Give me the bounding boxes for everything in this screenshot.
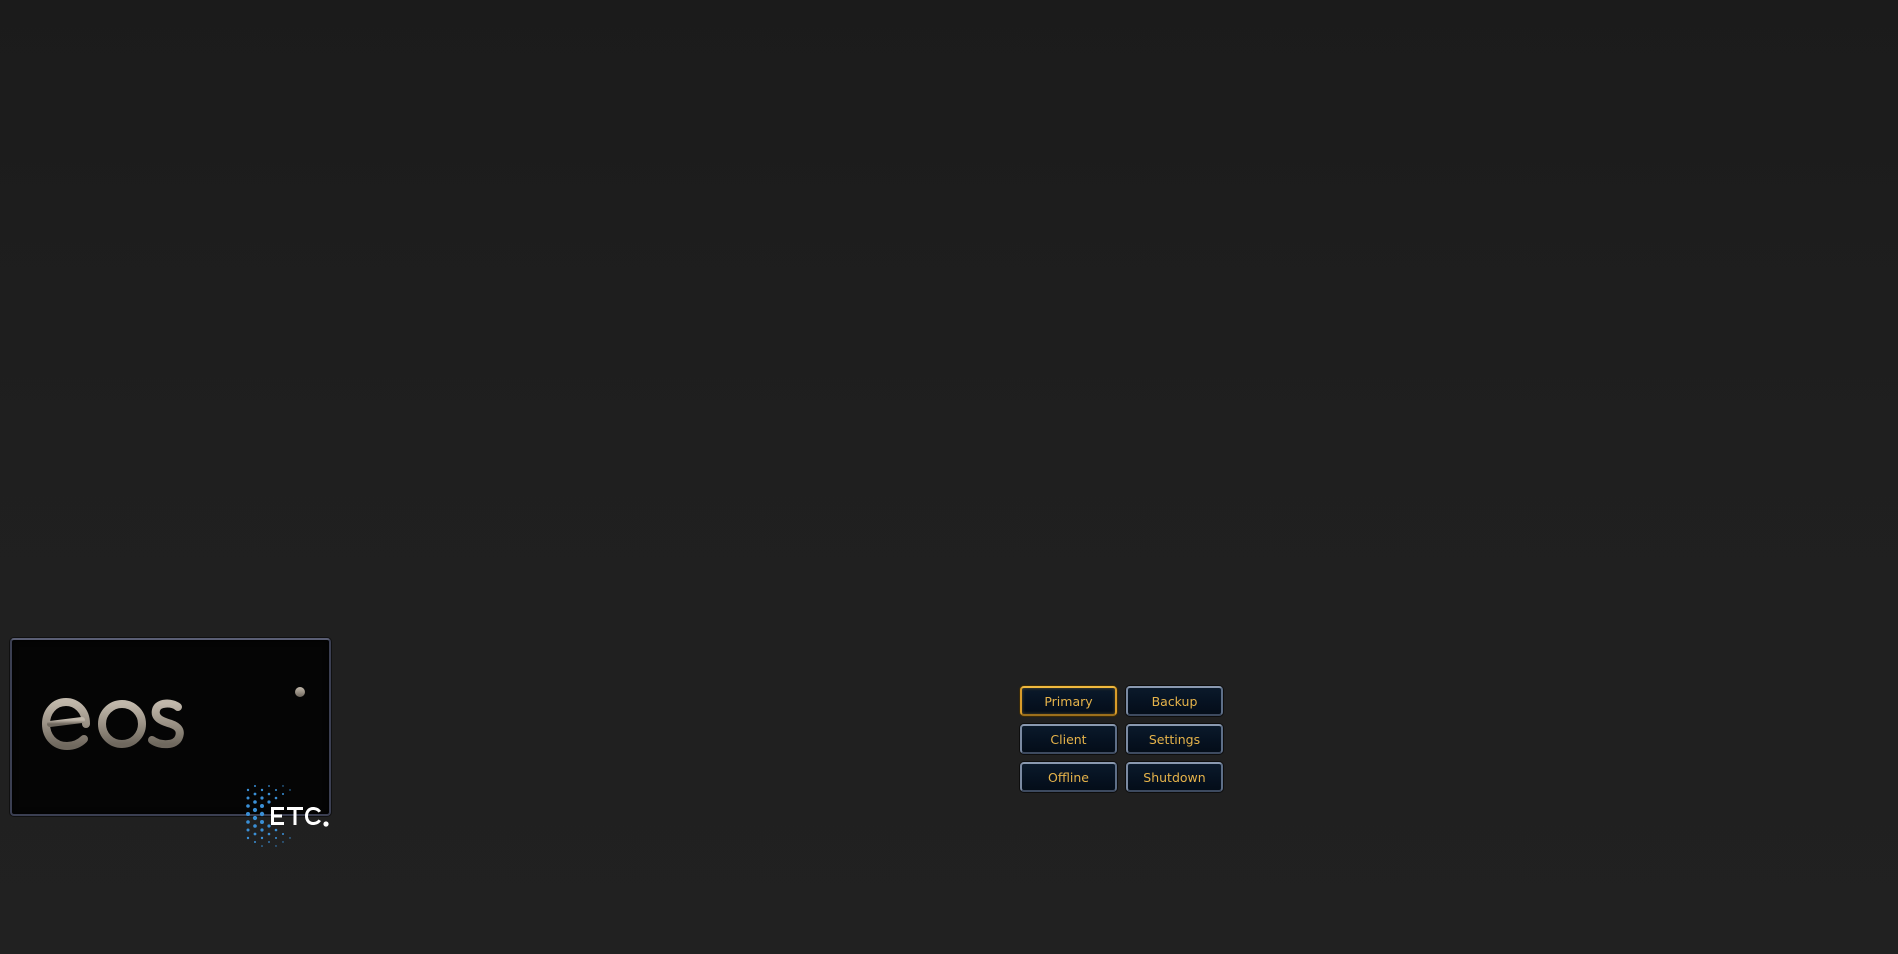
eos-ti-wordmark [42, 682, 305, 750]
offline-button[interactable]: Offline [1020, 762, 1117, 792]
shutdown-button[interactable]: Shutdown [1126, 762, 1223, 792]
backup-button[interactable]: Backup [1126, 686, 1223, 716]
client-button[interactable]: Client [1020, 724, 1117, 754]
primary-button[interactable]: Primary [1020, 686, 1117, 716]
settings-button[interactable]: Settings [1126, 724, 1223, 754]
etc-brand-logo [246, 785, 329, 847]
mode-selection-grid: Primary Backup Client Settings Offline S… [1020, 686, 1224, 792]
